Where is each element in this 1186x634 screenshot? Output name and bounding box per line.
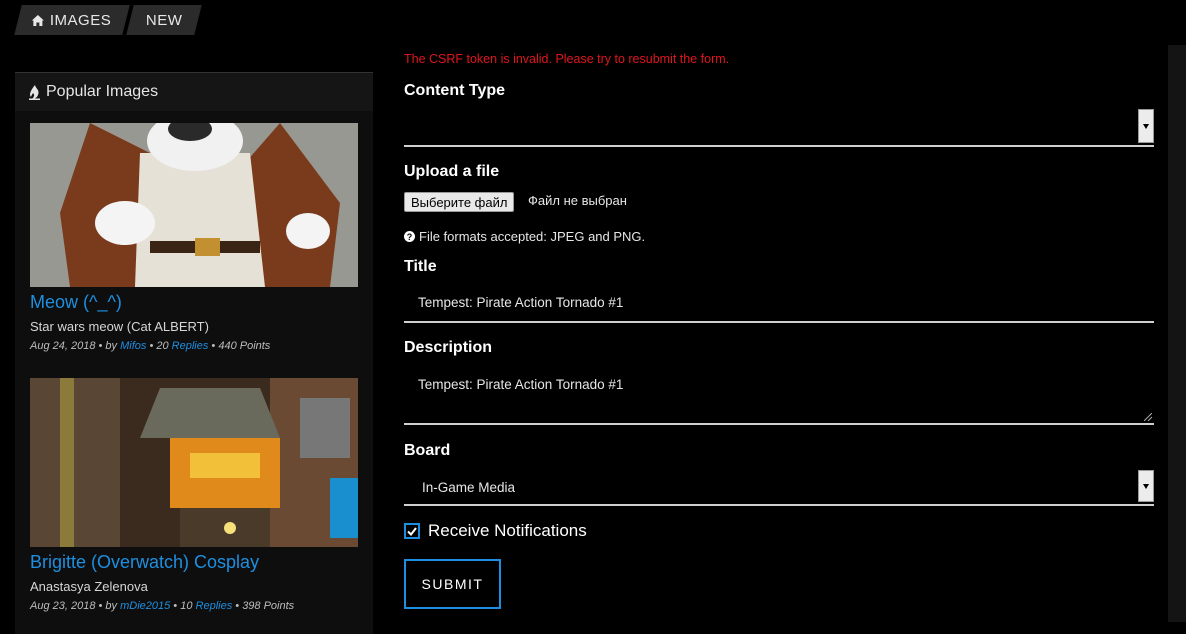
brigitte-thumbnail[interactable] (30, 378, 358, 547)
breadcrumb-new[interactable]: NEW (126, 5, 202, 35)
right-strip-top (1168, 0, 1186, 45)
card-replies-link[interactable]: Replies (196, 600, 233, 612)
card-title[interactable]: Brigitte (Overwatch) Cosplay (30, 550, 373, 574)
popular-images-sidebar: Popular Images Meow (^_^) Star wars meow… (15, 72, 373, 634)
csrf-error-message: The CSRF token is invalid. Please try to… (404, 52, 730, 66)
checkmark-icon (407, 526, 417, 536)
upload-label: Upload a file (404, 163, 500, 180)
title-input[interactable]: Tempest: Pirate Action Tornado #1 (404, 285, 1154, 323)
card-points: 398 Points (242, 600, 295, 612)
breadcrumb-images-label: IMAGES (50, 11, 112, 29)
file-format-hint: ? File formats accepted: JPEG and PNG. (404, 229, 645, 244)
card-by: by (105, 340, 118, 352)
description-value: Tempest: Pirate Action Tornado #1 (418, 377, 624, 392)
chevron-down-icon[interactable] (1138, 109, 1154, 143)
file-status: Файл не выбран (528, 193, 627, 208)
home-icon (32, 14, 45, 26)
choose-file-button[interactable]: Выберите файл (404, 192, 515, 212)
resize-handle-icon[interactable] (1144, 413, 1152, 421)
notifications-checkbox[interactable] (404, 523, 420, 539)
title-input-value: Tempest: Pirate Action Tornado #1 (418, 295, 624, 310)
breadcrumb-new-label: NEW (145, 11, 183, 29)
title-label: Title (404, 258, 437, 275)
card-by: by (105, 600, 118, 612)
card-meta: Aug 23, 2018 • by mDie2015 • 10 Replies … (30, 600, 295, 612)
chevron-down-icon[interactable] (1138, 470, 1154, 502)
card-date: Aug 23, 2018 (30, 600, 96, 612)
card-points: 440 Points (218, 340, 271, 352)
description-textarea[interactable]: Tempest: Pirate Action Tornado #1 (404, 365, 1154, 425)
right-scroll-strip (1168, 0, 1186, 622)
card-date: Aug 24, 2018 (30, 340, 96, 352)
card-replies-link[interactable]: Replies (172, 340, 209, 352)
card-author-link[interactable]: mDie2015 (120, 600, 170, 612)
card-subtitle: Star wars meow (Cat ALBERT) (30, 319, 209, 334)
card-title[interactable]: Meow (^_^) (30, 290, 373, 314)
fire-icon (29, 84, 40, 100)
content-type-label: Content Type (404, 82, 506, 99)
board-label: Board (404, 442, 451, 459)
board-select[interactable]: In-Game Media (404, 470, 1154, 506)
question-icon: ? (404, 231, 415, 242)
card-replies-count: 10 (180, 600, 193, 612)
card-meta: Aug 24, 2018 • by Mifos • 20 Replies • 4… (30, 340, 271, 352)
card-author-link[interactable]: Mifos (120, 340, 146, 352)
breadcrumb-images[interactable]: IMAGES (14, 5, 130, 35)
sidebar-title: Popular Images (46, 83, 159, 100)
submit-button[interactable]: SUBMIT (404, 559, 501, 609)
content-type-select[interactable] (404, 109, 1154, 147)
popular-image-card: Meow (^_^) Star wars meow (Cat ALBERT) A… (15, 111, 373, 375)
file-format-text: File formats accepted: JPEG and PNG. (419, 229, 646, 244)
meow-thumbnail[interactable] (30, 123, 358, 287)
description-label: Description (404, 339, 493, 356)
popular-image-card: Brigitte (Overwatch) Cosplay Anastasya Z… (15, 366, 373, 634)
sidebar-header: Popular Images (15, 72, 373, 111)
notifications-label: Receive Notifications (428, 521, 587, 540)
notifications-checkbox-row[interactable]: Receive Notifications (404, 521, 587, 541)
card-subtitle: Anastasya Zelenova (30, 579, 148, 594)
board-value: In-Game Media (422, 480, 516, 495)
card-replies-count: 20 (156, 340, 169, 352)
